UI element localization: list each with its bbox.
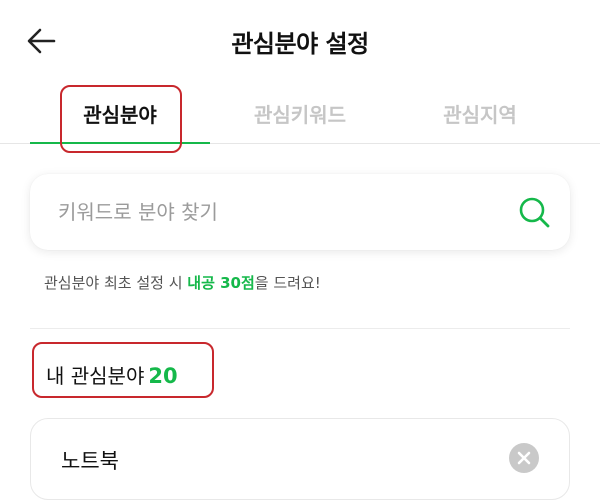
page-title: 관심분야 설정 [231, 30, 369, 58]
tab-interest-region[interactable]: 관심지역 [390, 82, 570, 144]
search-button[interactable] [516, 194, 552, 230]
header: 관심분야 설정 [0, 0, 600, 82]
tab-interest-keyword[interactable]: 관심키워드 [210, 82, 390, 144]
interest-item: 노트북 [30, 418, 570, 500]
notice-prefix: 관심분야 최초 설정 시 [44, 274, 188, 292]
close-icon [517, 451, 531, 465]
notice-suffix: 을 드려요! [254, 274, 321, 292]
section-divider [30, 328, 570, 329]
my-interests-title: 내 관심분야 [46, 364, 145, 388]
search-box [30, 174, 570, 250]
reward-notice: 관심분야 최초 설정 시 내공 30점을 드려요! [44, 272, 321, 293]
tab-bar: 관심분야 관심키워드 관심지역 [0, 82, 600, 144]
my-interests-heading: 내 관심분야 20 [46, 360, 178, 389]
remove-interest-button[interactable] [509, 443, 539, 473]
tab-interest-field[interactable]: 관심분야 [30, 82, 210, 144]
notice-reward-highlight: 내공 30점 [187, 274, 255, 292]
interest-item-label: 노트북 [61, 449, 119, 473]
search-input[interactable] [58, 192, 498, 232]
my-interests-count: 20 [148, 364, 178, 388]
active-tab-indicator [30, 142, 210, 144]
search-icon [519, 197, 550, 228]
